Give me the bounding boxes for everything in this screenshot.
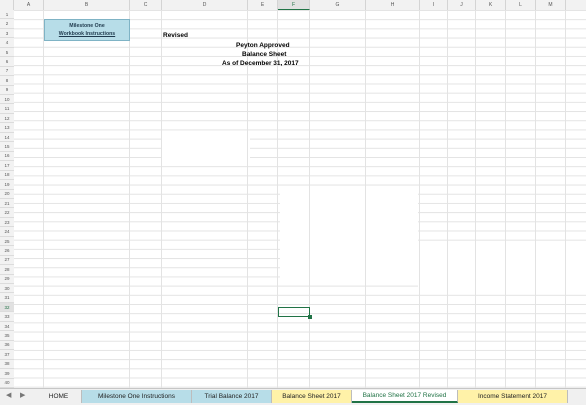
- sheet-tab-balance-sheet-2017[interactable]: Balance Sheet 2017: [272, 390, 352, 403]
- column-header-E[interactable]: E: [248, 0, 278, 10]
- row-header-14[interactable]: 14: [0, 133, 14, 143]
- row-header-3[interactable]: 3: [0, 29, 14, 39]
- row-header-2[interactable]: 2: [0, 19, 14, 29]
- grid-column-line: [161, 10, 162, 388]
- grid-column-line: [43, 10, 44, 388]
- row-header-40[interactable]: 40: [0, 379, 14, 388]
- row-header-13[interactable]: 13: [0, 123, 14, 133]
- row-header-15[interactable]: 15: [0, 142, 14, 152]
- column-header-I[interactable]: I: [420, 0, 448, 10]
- row-header-39[interactable]: 39: [0, 369, 14, 379]
- row-header-4[interactable]: 4: [0, 38, 14, 48]
- statement-date: As of December 31, 2017: [222, 60, 299, 67]
- row-header-32[interactable]: 32: [0, 302, 14, 313]
- column-header-C[interactable]: C: [130, 0, 162, 10]
- row-header-7[interactable]: 7: [0, 67, 14, 77]
- grid-column-line: [447, 10, 448, 388]
- grid-column-line: [565, 10, 566, 388]
- sheet-tab-home[interactable]: HOME: [36, 390, 82, 403]
- row-header-19[interactable]: 19: [0, 180, 14, 190]
- row-header-26[interactable]: 26: [0, 246, 14, 256]
- row-header-23[interactable]: 23: [0, 218, 14, 228]
- row-header-27[interactable]: 27: [0, 256, 14, 266]
- row-header-21[interactable]: 21: [0, 199, 14, 209]
- row-header-25[interactable]: 25: [0, 237, 14, 247]
- grid-column-line: [419, 10, 420, 388]
- row-header-8[interactable]: 8: [0, 76, 14, 86]
- row-header-35[interactable]: 35: [0, 331, 14, 341]
- milestone-button-line1: Milestone One: [69, 23, 105, 29]
- sheet-tab-trial-balance-2017[interactable]: Trial Balance 2017: [192, 390, 272, 403]
- row-header-bar: 1 2 3 4 5 6 7 8 9 10 11 12 13 14 15 16 17 18 19 20 21 22 23 24 2…: [0, 10, 15, 388]
- row-header-28[interactable]: 28: [0, 265, 14, 275]
- revised-label: Revised: [163, 32, 188, 39]
- blank-region: [280, 192, 418, 280]
- row-header-30[interactable]: 30: [0, 284, 14, 294]
- grid-column-line: [365, 10, 366, 388]
- row-header-37[interactable]: 37: [0, 350, 14, 360]
- next-sheet-arrow-icon[interactable]: ▶: [20, 391, 25, 399]
- column-header-D[interactable]: D: [162, 0, 248, 10]
- statement-title: Balance Sheet: [242, 51, 287, 58]
- row-header-29[interactable]: 29: [0, 275, 14, 285]
- row-header-20[interactable]: 20: [0, 190, 14, 199]
- row-header-16[interactable]: 16: [0, 152, 14, 162]
- selected-cell[interactable]: [278, 307, 312, 319]
- previous-sheet-arrow-icon[interactable]: ◀: [6, 391, 11, 399]
- column-header-H[interactable]: H: [366, 0, 420, 10]
- grid-column-line: [535, 10, 536, 388]
- row-header-24[interactable]: 24: [0, 227, 14, 237]
- select-all-corner[interactable]: [0, 0, 14, 10]
- sheet-tab-income-statement-2017[interactable]: Income Statement 2017: [458, 390, 568, 403]
- column-header-J[interactable]: J: [448, 0, 476, 10]
- row-header-6[interactable]: 6: [0, 57, 14, 67]
- sheet-tab-bar: ◀ ▶ HOME Milestone One Instructions Trial …: [0, 388, 586, 405]
- grid-column-line: [129, 10, 130, 388]
- sheet-tab-milestone-one-instructions[interactable]: Milestone One Instructions: [82, 390, 192, 403]
- row-header-38[interactable]: 38: [0, 360, 14, 370]
- row-header-22[interactable]: 22: [0, 208, 14, 218]
- column-header-L[interactable]: L: [506, 0, 536, 10]
- row-header-33[interactable]: 33: [0, 312, 14, 322]
- row-header-31[interactable]: 31: [0, 294, 14, 303]
- column-header-B[interactable]: B: [44, 0, 130, 10]
- column-header-G[interactable]: G: [310, 0, 366, 10]
- grid-column-line: [475, 10, 476, 388]
- row-header-12[interactable]: 12: [0, 114, 14, 124]
- column-header-M[interactable]: M: [536, 0, 566, 10]
- row-header-18[interactable]: 18: [0, 171, 14, 181]
- row-header-5[interactable]: 5: [0, 48, 14, 58]
- column-header-F[interactable]: F: [278, 0, 310, 10]
- grid-column-line: [309, 10, 310, 388]
- milestone-instructions-button[interactable]: Milestone One Workbook Instructions: [44, 19, 130, 41]
- sheet-tab-balance-sheet-2017-revised[interactable]: Balance Sheet 2017 Revised: [352, 390, 458, 403]
- company-name: Peyton Approved: [236, 42, 290, 49]
- blank-region: [162, 138, 250, 158]
- row-header-1[interactable]: 1: [0, 10, 14, 20]
- blank-region: [470, 256, 586, 286]
- row-header-17[interactable]: 17: [0, 161, 14, 171]
- column-header-A[interactable]: A: [14, 0, 44, 10]
- row-header-11[interactable]: 11: [0, 105, 14, 114]
- milestone-button-line2: Workbook Instructions: [58, 31, 116, 37]
- row-header-36[interactable]: 36: [0, 341, 14, 351]
- row-header-34[interactable]: 34: [0, 322, 14, 332]
- row-header-9[interactable]: 9: [0, 86, 14, 96]
- row-header-10[interactable]: 10: [0, 95, 14, 105]
- column-header-K[interactable]: K: [476, 0, 506, 10]
- grid-column-line: [505, 10, 506, 388]
